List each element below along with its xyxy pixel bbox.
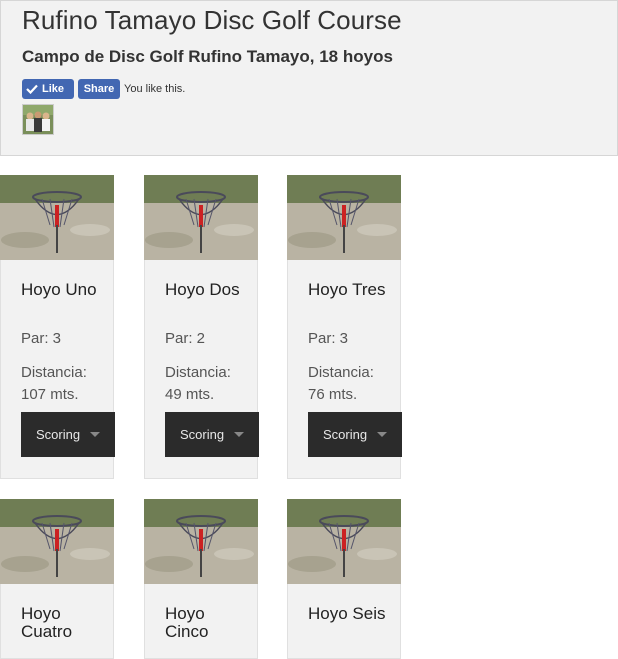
like-label: Like	[42, 83, 65, 95]
scoring-label: Scoring	[36, 427, 81, 442]
hole-name: Hoyo Cinco	[165, 604, 209, 641]
chevron-down-icon	[90, 432, 100, 437]
avatar[interactable]	[22, 104, 54, 135]
hole-name: Hoyo Seis	[308, 604, 386, 623]
hole-par: Par: 2	[165, 330, 206, 347]
scoring-dropdown[interactable]: Scoring	[308, 412, 402, 457]
hole-distance: Distancia: 49 mts.	[165, 364, 231, 403]
hole-par: Par: 3	[308, 330, 349, 347]
hole-card: Hoyo Seis	[287, 499, 401, 659]
hole-name: Hoyo Dos	[165, 280, 240, 299]
hole-par: Par: 3	[21, 330, 62, 347]
facebook-share-button[interactable]: Share	[78, 79, 120, 99]
course-header: Rufino Tamayo Disc Golf Course Campo de …	[0, 0, 618, 156]
scoring-dropdown[interactable]: Scoring	[21, 412, 115, 457]
hole-name: Hoyo Uno	[21, 280, 97, 299]
hole-distance: Distancia: 107 mts.	[21, 364, 87, 403]
hole-name: Hoyo Cuatro	[21, 604, 73, 641]
page-title: Rufino Tamayo Disc Golf Course	[22, 5, 402, 35]
hole-photo	[287, 175, 401, 260]
hole-distance: Distancia: 76 mts.	[308, 364, 374, 403]
scoring-dropdown[interactable]: Scoring	[165, 412, 259, 457]
hole-photo	[144, 175, 258, 260]
facebook-like-button[interactable]: Like	[22, 79, 74, 99]
hole-photo	[0, 499, 114, 584]
check-icon	[26, 84, 38, 94]
hole-card: Hoyo Tres Par: 3 Distancia: 76 mts. Scor…	[287, 175, 402, 479]
scoring-label: Scoring	[180, 427, 225, 442]
hole-card: Hoyo Cinco	[144, 499, 258, 659]
hole-photo	[0, 175, 114, 260]
facebook-actions: Like Share You like this.	[22, 79, 185, 99]
hole-photo	[144, 499, 258, 584]
hole-card: Hoyo Cuatro	[0, 499, 114, 659]
page-subtitle: Campo de Disc Golf Rufino Tamayo, 18 hoy…	[22, 47, 393, 66]
avatar-photo	[23, 105, 53, 134]
hole-card: Hoyo Dos Par: 2 Distancia: 49 mts. Scori…	[144, 175, 259, 479]
hole-card: Hoyo Uno Par: 3 Distancia: 107 mts. Scor…	[0, 175, 115, 479]
share-label: Share	[83, 83, 115, 95]
hole-name: Hoyo Tres	[308, 280, 386, 299]
like-status-text: You like this.	[124, 83, 186, 95]
chevron-down-icon	[234, 432, 244, 437]
chevron-down-icon	[377, 432, 387, 437]
scoring-label: Scoring	[323, 427, 368, 442]
hole-photo	[287, 499, 401, 584]
